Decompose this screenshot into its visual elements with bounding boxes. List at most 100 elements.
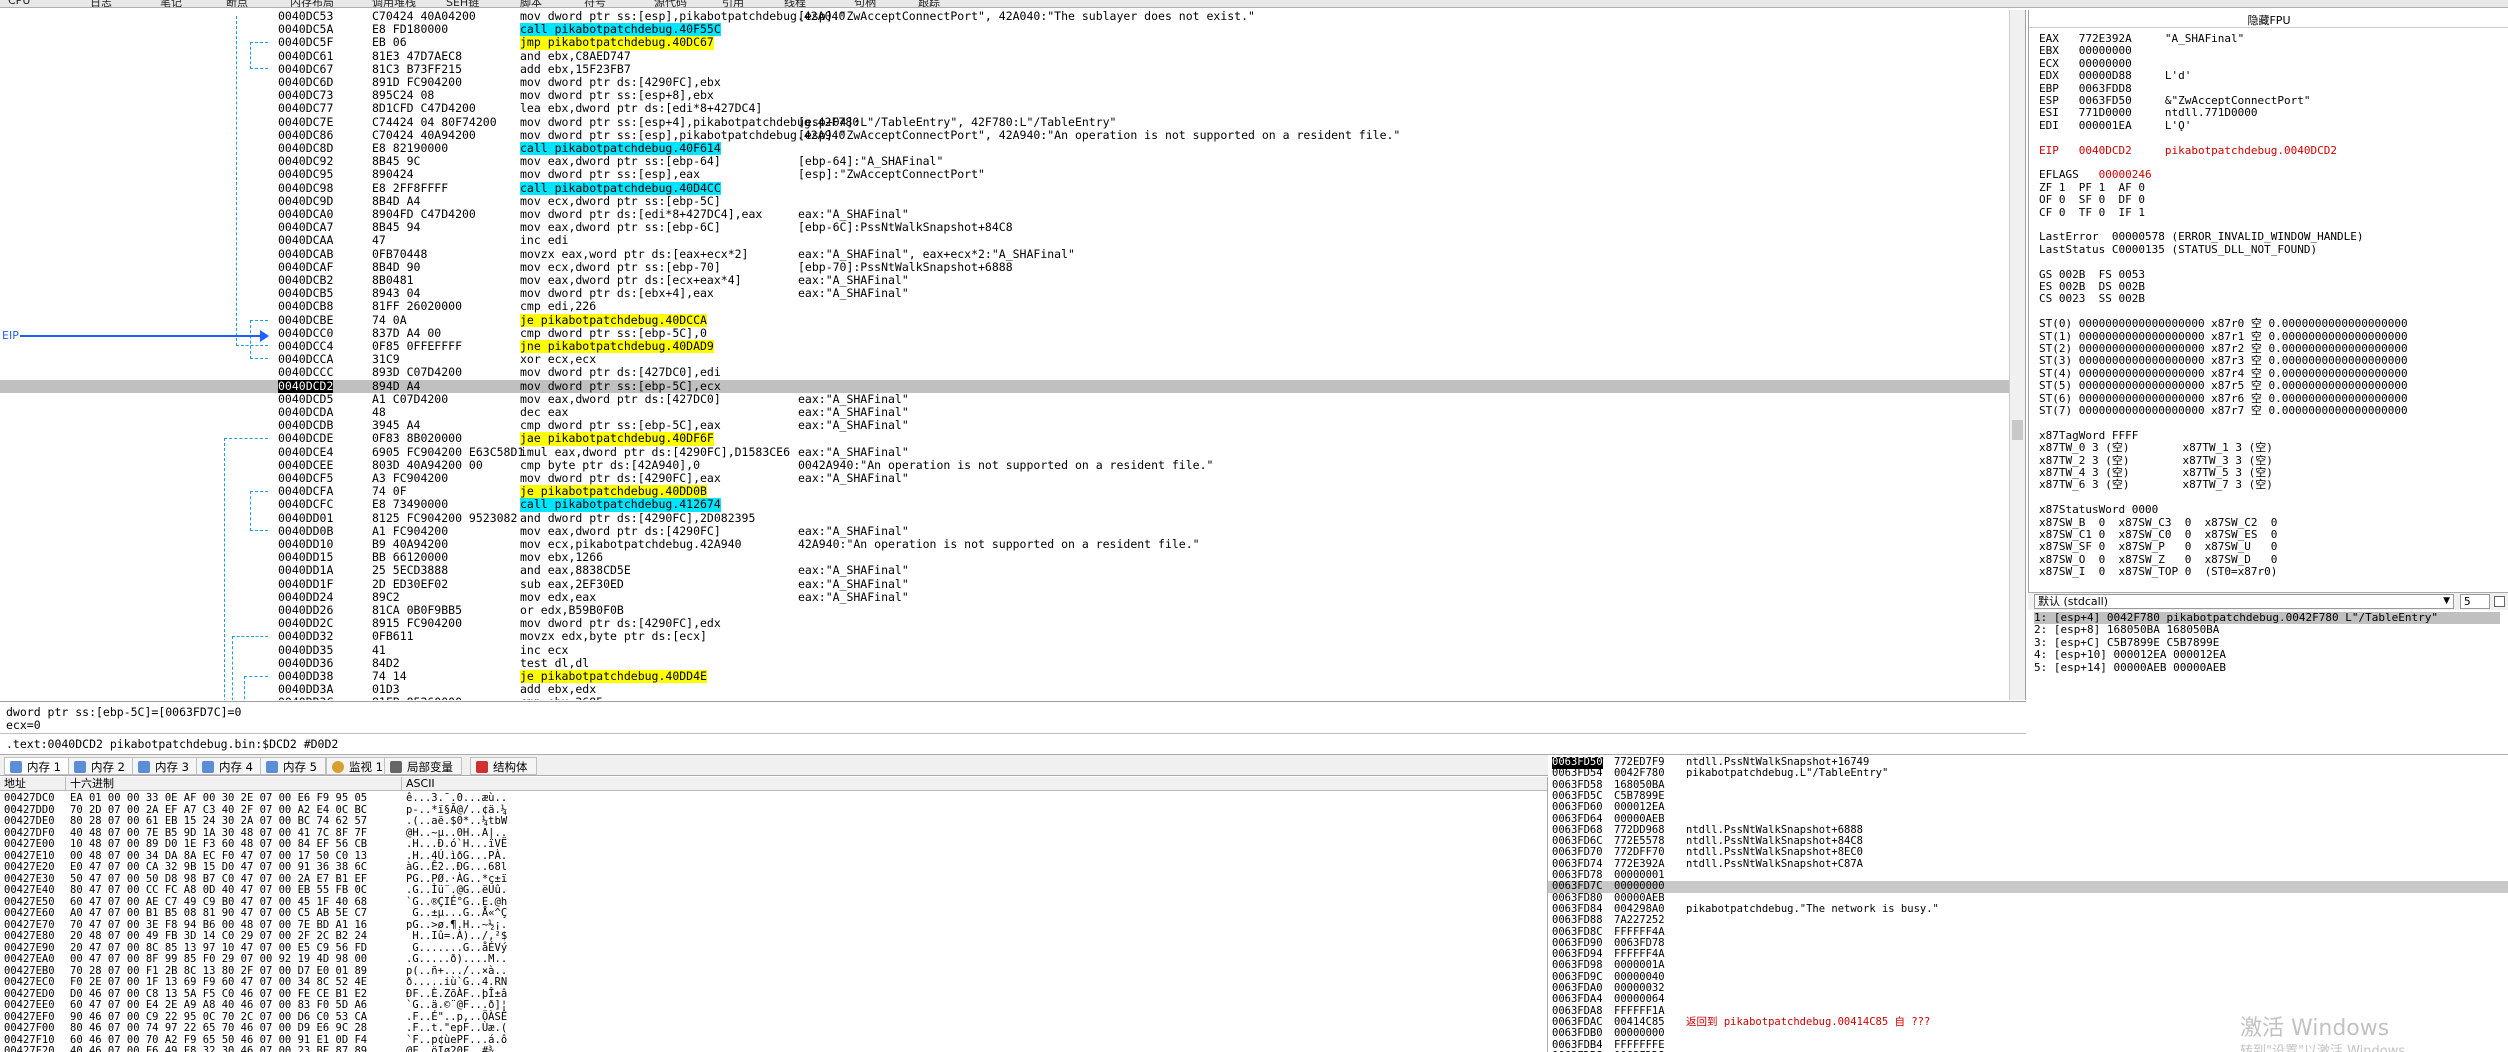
register-line[interactable]: ST(0) 0000000000000000000 x87r0 空 0.0000… (2039, 317, 2408, 330)
stack-row[interactable]: 0063FD74 772E392A ntdll.PssNtWalkSnapshot+… (1548, 858, 2508, 871)
dump-tab-4[interactable]: 内存 5 (260, 757, 326, 775)
disasm-instruction[interactable]: lea ebx,dword ptr ds:[edi*8+427DC4] (520, 102, 762, 115)
dump-ascii[interactable]: àG..Ê2..ÐG...68l (406, 861, 507, 874)
disasm-instruction[interactable]: cmp edi,226 (520, 300, 596, 313)
dump-tab-6[interactable]: 局部变量 (384, 757, 462, 775)
dump-hex[interactable]: A0 47 07 00 B1 B5 08 81 90 47 07 00 C5 A… (70, 907, 367, 920)
eflags-value[interactable]: 00000246 (2099, 168, 2152, 181)
dump-hex[interactable]: 80 28 07 00 61 EB 15 24 30 2A 07 00 BC 7… (70, 815, 367, 828)
disasm-instruction[interactable]: imul eax,dword ptr ds:[4290FC],D1583CE6 (520, 445, 790, 459)
disasm-row[interactable]: 0040DD15 BB 66120000 mov ebx,1266 (0, 550, 2010, 564)
register-line[interactable]: x87SW_SF 0 x87SW_P 0 x87SW_U 0 (2039, 540, 2277, 553)
disasm-row[interactable]: 0040DC7E C74424 04 80F74200 mov dword ptr … (0, 115, 2010, 129)
disasm-row[interactable]: 0040DC95 890424 mov dword ptr ss:[esp],eax… (0, 168, 2010, 181)
disasm-instruction[interactable]: jae pikabotpatchdebug.40DF6F (520, 432, 714, 446)
memory-dump-pane[interactable]: 地址 十六进制 ASCII 00427DC0 EA 01 00 00 33 0E … (0, 777, 1548, 1052)
dump-tab-7[interactable]: 结构体 (470, 757, 537, 775)
stack-row[interactable]: 0063FD84 004298A0 pikabotpatchdebug."The n… (1548, 903, 2508, 916)
disasm-row[interactable]: 0040DC61 81E3 47D7AEC8 and ebx,C8AED747 (0, 49, 2010, 63)
top-tab-8[interactable]: 符号 (584, 0, 606, 7)
lock-args-checkbox[interactable] (2494, 596, 2505, 607)
dump-row[interactable]: 00427E40 80 47 07 00 CC FC A8 0D 40 47 07… (0, 884, 1547, 897)
disasm-address[interactable]: 0040DCFC (278, 498, 333, 511)
disasm-row[interactable]: 0040DCC0 837D A4 00 cmp dword ptr ss:[ebp-… (0, 326, 2010, 340)
disasm-row[interactable]: 0040DC92 8B45 9C mov eax,dword ptr ss:[ebp… (0, 154, 2010, 168)
dump-address[interactable]: 00427E80 (4, 930, 55, 943)
disasm-row[interactable]: 0040DCCA 31C9 xor ecx,ecx (0, 352, 2010, 366)
disasm-row[interactable]: 0040DC5F EB 06 jmp pikabotpatchdebug.40DC6… (0, 36, 2010, 50)
register-line[interactable]: EDI 000001EA L'Ǫ' (2039, 119, 2191, 132)
disasm-address[interactable]: 0040DCD2 (278, 379, 334, 393)
top-tab-11[interactable]: 线程 (784, 0, 806, 7)
register-line[interactable]: ST(7) 0000000000000000000 x87r7 空 0.0000… (2039, 404, 2408, 417)
disasm-address[interactable]: 0040DCDE (278, 432, 333, 445)
dump-ascii[interactable]: G..±µ...G..Å«^Ç (406, 907, 507, 920)
disasm-instruction[interactable]: inc edi (520, 234, 568, 247)
arg-count-spinner[interactable]: 5 (2460, 594, 2490, 609)
stack-row[interactable]: 0063FD78 00000001 (1548, 869, 2508, 882)
register-line[interactable]: ESI 771D0000 ntdll.771D0000 (2039, 106, 2258, 119)
dump-hex[interactable]: 00 47 07 00 8F 99 85 F0 29 07 00 92 19 4… (70, 953, 367, 966)
disasm-address[interactable]: 0040DC95 (278, 168, 333, 181)
top-tab-6[interactable]: SEH链 (446, 0, 479, 7)
dump-row[interactable]: 00427DE0 80 28 07 00 61 EB 15 24 30 2A 07… (0, 815, 1547, 828)
stack-row[interactable]: 0063FD8C FFFFFF4A (1548, 926, 2508, 939)
dump-hex[interactable]: 20 48 07 00 49 FB 3D 14 C0 29 07 00 2F 2… (70, 930, 367, 943)
disasm-address[interactable]: 0040DCE4 (278, 445, 333, 459)
top-tab-12[interactable]: 句柄 (854, 0, 876, 7)
disasm-row[interactable]: 0040DCCC 893D C07D4200 mov dword ptr ds:[4… (0, 366, 2010, 379)
stack-row[interactable]: 0063FD54 0042F780 pikabotpatchdebug.L"/Tab… (1548, 768, 2508, 780)
registers-pane[interactable]: 隐藏FPU EAX 772E392A "A_SHAFinal" EBX 00000… (2028, 10, 2508, 595)
dump-row[interactable]: 00427EE0 60 47 07 00 E4 2E A9 A8 40 46 07… (0, 999, 1547, 1012)
disasm-address[interactable]: 0040DD1A (278, 564, 333, 577)
dump-hex[interactable]: 80 46 07 00 74 97 22 65 70 46 07 00 D9 E… (70, 1022, 367, 1035)
dump-ascii[interactable]: H..Iû=.À)../,²$ (406, 930, 507, 943)
register-line[interactable]: ECX 00000000 (2039, 57, 2132, 70)
disasm-address[interactable]: 0040DC5F (278, 36, 333, 49)
disasm-row[interactable]: 0040DD24 89C2 mov edx,eax eax:"A_SHAFinal" (0, 590, 2010, 604)
dump-hex[interactable]: 10 48 07 00 89 D0 1E F3 60 48 07 00 84 E… (70, 838, 367, 851)
disasm-address[interactable]: 0040DC98 (278, 181, 333, 195)
register-line[interactable]: ESP 0063FD50 &"ZwAcceptConnectPort" (2039, 94, 2311, 107)
dump-col-hex[interactable]: 十六进制 (66, 777, 402, 791)
dump-col-ascii[interactable]: ASCII (402, 777, 1547, 791)
register-line[interactable]: x87TW_6 3 (空) x87TW_7 3 (空) (2039, 478, 2273, 491)
disasm-address[interactable]: 0040DD1F (278, 577, 333, 591)
stack-row[interactable]: 0063FD90 0063FD78 (1548, 937, 2508, 950)
stack-row[interactable]: 0063FD58 168050BA (1548, 779, 2508, 792)
dump-address[interactable]: 00427F20 (4, 1045, 55, 1052)
disasm-instruction[interactable]: call pikabotpatchdebug.412674 (520, 498, 721, 512)
register-line[interactable]: x87TagWord FFFF (2039, 429, 2138, 442)
disasm-address[interactable]: 0040DCAB (278, 247, 333, 261)
register-line[interactable]: x87StatusWord 0000 (2039, 503, 2158, 516)
argument-row[interactable]: 1: [esp+4] 0042F780 pikabotpatchdebug.00… (2034, 612, 2500, 624)
disasm-instruction[interactable]: je pikabotpatchdebug.40DCCA (520, 313, 707, 327)
stack-row[interactable]: 0063FD5C C5B7899E (1548, 790, 2508, 803)
disasm-row[interactable]: 0040DCFA 74 0F je pikabotpatchdebug.40DD0B (0, 484, 2010, 499)
disasm-instruction[interactable]: call pikabotpatchdebug.40D4CC (520, 181, 721, 195)
register-line[interactable]: ST(4) 0000000000000000000 x87r4 空 0.0000… (2039, 367, 2408, 380)
disasm-address[interactable]: 0040DC7E (278, 115, 333, 129)
dump-ascii[interactable]: @F..öIø20F..#¾.. (406, 1045, 507, 1052)
register-line[interactable]: EBP 0063FDD8 (2039, 82, 2132, 95)
argument-row[interactable]: 2: [esp+8] 168050BA 168050BA (2034, 624, 2219, 636)
disasm-row[interactable]: 0040DD3C 81FB 85260000 cmp ebx,2685 (0, 696, 2010, 700)
disasm-row[interactable]: 0040DC98 E8 2FF8FFFF call pikabotpatchdebu… (0, 181, 2010, 195)
disasm-instruction[interactable]: movzx eax,word ptr ds:[eax+ecx*2] (520, 247, 748, 261)
dump-row[interactable]: 00427E20 E0 47 07 00 CA 32 9B 15 D0 47 07… (0, 861, 1547, 874)
register-line[interactable]: x87TW_0 3 (空) x87TW_1 3 (空) (2039, 441, 2273, 454)
disasm-row[interactable]: 0040DC67 81C3 B73FF215 add ebx,15F23FB7 (0, 62, 2010, 76)
disasm-row[interactable]: 0040DCB8 81FF 26020000 cmp edi,226 (0, 300, 2010, 313)
dump-tab-1[interactable]: 内存 2 (68, 757, 134, 775)
dump-address[interactable]: 00427E40 (4, 884, 55, 897)
dump-ascii[interactable]: `G..ä.©¨@F...ð]¦ (406, 999, 507, 1012)
dump-hex[interactable]: E0 47 07 00 CA 32 9B 15 D0 47 07 00 91 3… (70, 861, 367, 874)
disasm-row[interactable]: 0040DCB5 8943 04 mov dword ptr ds:[ebx+4],… (0, 286, 2010, 300)
disasm-row[interactable]: 0040DD2C 8915 FC904200 mov dword ptr ds:[4… (0, 616, 2010, 630)
stack-row[interactable]: 0063FD60 000012EA (1548, 802, 2508, 814)
dump-hex[interactable]: 60 47 07 00 E4 2E A9 A8 40 46 07 00 83 F… (70, 999, 367, 1012)
top-tab-1[interactable]: 日志 (90, 0, 112, 7)
stack-pane[interactable]: 0063FD50 772ED7F9 ntdll.PssNtWalkSnapshot+… (1548, 754, 2508, 1052)
disasm-row[interactable]: 0040DC77 8D1CFD C47D4200 lea ebx,dword ptr… (0, 102, 2010, 115)
dump-address[interactable]: 00427DE0 (4, 815, 55, 828)
